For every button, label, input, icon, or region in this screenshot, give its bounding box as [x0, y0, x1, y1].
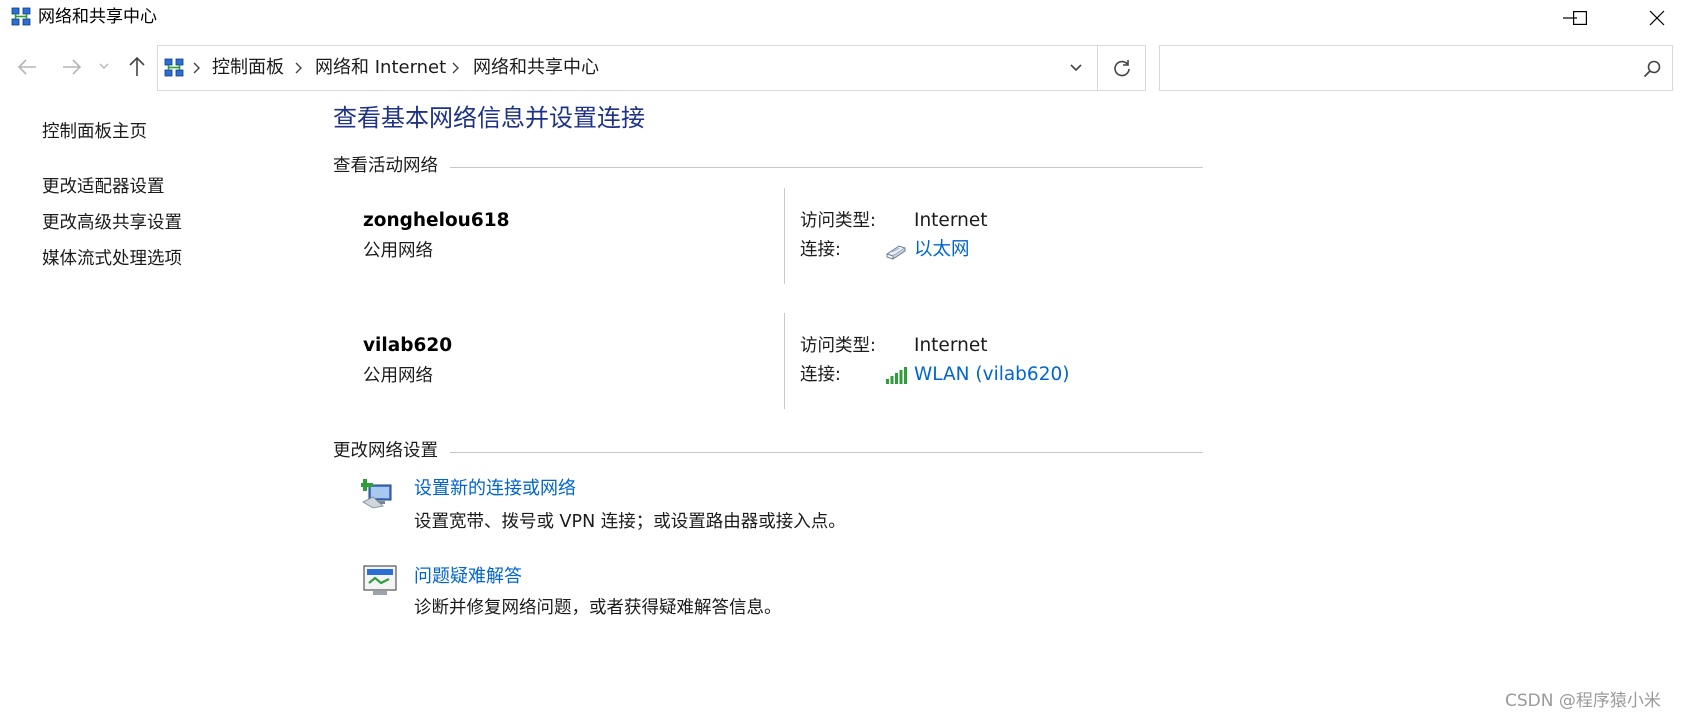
search-input[interactable]	[1159, 45, 1673, 91]
refresh-icon	[1114, 60, 1130, 77]
network-name: vilab620	[363, 335, 453, 356]
back-arrow-icon[interactable]	[16, 56, 38, 78]
troubleshoot-link[interactable]: 问题疑难解答	[414, 566, 522, 588]
chevron-down-icon	[1070, 64, 1082, 72]
change-advanced-sharing-link[interactable]: 更改高级共享设置	[42, 212, 182, 234]
access-type-value: Internet	[914, 335, 988, 356]
watermark-text: CSDN @程序猿小米	[1505, 691, 1661, 711]
media-streaming-options-link[interactable]: 媒体流式处理选项	[42, 248, 182, 270]
breadcrumb-network-internet[interactable]: 网络和 Internet	[315, 57, 446, 79]
setup-new-connection-link[interactable]: 设置新的连接或网络	[414, 478, 576, 500]
wlan-connection-link[interactable]: WLAN (vilab620)	[914, 364, 1069, 386]
maximize-icon	[1573, 11, 1587, 25]
network-type: 公用网络	[363, 241, 433, 261]
ethernet-icon	[885, 245, 907, 260]
network-type: 公用网络	[363, 366, 433, 386]
breadcrumb-network-sharing-center[interactable]: 网络和共享中心	[473, 57, 599, 79]
breadcrumb-separator-icon[interactable]	[294, 61, 304, 75]
close-icon	[1649, 10, 1665, 26]
setup-new-connection-desc: 设置宽带、拨号或 VPN 连接；或设置路由器或接入点。	[414, 512, 846, 532]
breadcrumb-separator-icon[interactable]	[451, 61, 461, 75]
troubleshoot-desc: 诊断并修复网络问题，或者获得疑难解答信息。	[414, 598, 782, 618]
recent-locations-chevron-icon[interactable]	[98, 60, 110, 72]
wifi-signal-icon	[886, 367, 907, 384]
access-type-value: Internet	[914, 210, 988, 231]
network-name: zonghelou618	[363, 210, 510, 231]
troubleshoot-icon	[363, 565, 397, 595]
up-arrow-icon[interactable]	[126, 55, 148, 77]
access-type-label: 访问类型:	[800, 336, 876, 356]
access-type-label: 访问类型:	[800, 211, 876, 231]
network-divider	[784, 313, 785, 409]
refresh-button[interactable]	[1099, 46, 1145, 90]
network-divider	[784, 188, 785, 284]
address-history-dropdown[interactable]	[1056, 46, 1096, 90]
section-divider	[450, 167, 1203, 168]
connection-label: 连接:	[800, 365, 841, 385]
breadcrumb-control-panel[interactable]: 控制面板	[212, 57, 284, 79]
page-title: 查看基本网络信息并设置连接	[333, 104, 645, 132]
network-center-icon	[164, 58, 184, 77]
change-network-settings-heading: 更改网络设置	[333, 441, 438, 461]
network-center-icon	[11, 7, 31, 26]
title-bar: 网络和共享中心	[0, 0, 1692, 36]
search-icon[interactable]	[1642, 59, 1662, 79]
control-panel-home-link[interactable]: 控制面板主页	[42, 121, 147, 143]
maximize-button[interactable]	[1545, 0, 1615, 36]
close-button[interactable]	[1622, 0, 1692, 36]
new-connection-icon	[361, 479, 392, 509]
forward-arrow-icon[interactable]	[61, 56, 83, 78]
connection-label: 连接:	[800, 240, 841, 260]
breadcrumb-separator-icon[interactable]	[192, 61, 202, 75]
ethernet-connection-link[interactable]: 以太网	[914, 239, 970, 261]
change-adapter-settings-link[interactable]: 更改适配器设置	[42, 176, 165, 198]
address-bar[interactable]: 控制面板 网络和 Internet 网络和共享中心	[157, 45, 1146, 91]
section-divider	[450, 452, 1203, 453]
address-divider	[1097, 46, 1098, 90]
active-networks-heading: 查看活动网络	[333, 156, 438, 176]
window-title: 网络和共享中心	[38, 7, 157, 27]
